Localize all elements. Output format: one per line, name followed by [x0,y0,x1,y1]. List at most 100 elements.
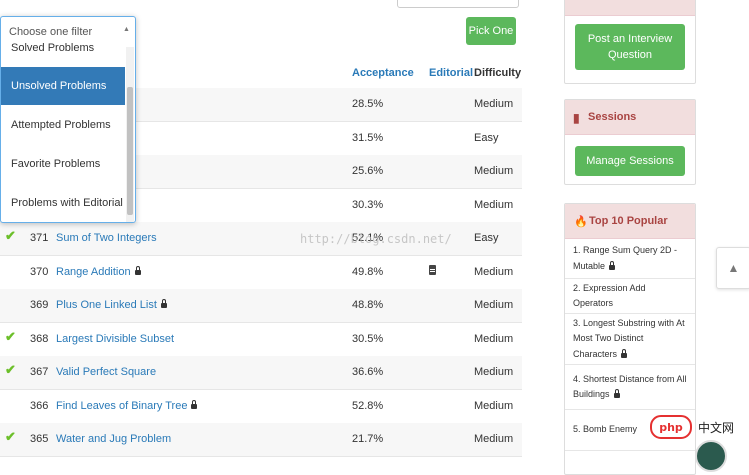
problem-title: Water and Jug Problem [56,433,172,445]
acceptance-value: 49.8% [352,265,384,278]
problem-title: Largest Divisible Subset [56,332,175,345]
check-icon: ✔ [5,228,16,243]
acceptance-value: 31.5% [352,131,384,144]
popular-title: Top 10 Popular [589,215,668,227]
sessions-panel: ▮ Sessions Manage Sessions [564,99,696,185]
problem-title-link[interactable]: Range Addition [56,265,141,278]
difficulty-header[interactable]: Difficulty [474,67,521,79]
acceptance-value: 52.8% [352,399,384,412]
table-row: ✔ 368 Largest Divisible Subset 30.5% Medium [0,323,522,357]
problem-number: 368 [30,332,49,345]
lock-icon [621,348,628,358]
problem-title-link[interactable]: Plus One Linked List [56,299,167,311]
top-search-input[interactable] [397,0,519,8]
popular-item-text: 3. Longest Substring with At Most Two Di… [573,318,685,359]
problem-title: Plus One Linked List [56,299,157,311]
sessions-title: Sessions [588,111,637,123]
panel-header [565,0,695,16]
chevron-up-icon: ▲ [727,261,740,275]
scrollbar-thumb[interactable] [127,87,133,215]
check-icon: ✔ [5,429,16,444]
popular-header: 🔥 Top 10 Popular [565,204,695,239]
lock-icon [160,299,167,308]
filter-option-unsolved[interactable]: Unsolved Problems [1,67,125,105]
php-badge[interactable]: php 中文网 [650,415,749,439]
scroll-top-button[interactable]: ▲ [716,247,749,289]
acceptance-value: 25.6% [352,165,384,177]
filter-option-label: Favorite Problems [11,158,101,170]
acceptance-value: 28.5% [352,98,384,110]
problem-number: 366 [30,399,49,412]
php-badge-text: 中文网 [698,420,735,435]
problem-title-link[interactable]: Water and Jug Problem [56,433,171,445]
difficulty-value: Medium [474,98,514,110]
filter-option-editorial[interactable]: Problems with Editorial [1,184,125,222]
problem-title-link[interactable]: Sum of Two Integers [56,232,157,244]
filter-option-label: Attempted Problems [11,119,111,131]
post-question-panel: Post an Interview Question [564,0,696,84]
dropdown-scrollbar[interactable] [126,47,134,222]
difficulty-value: Medium [474,332,514,345]
popular-item-text: 1. Range Sum Query 2D - Mutable [573,245,678,271]
difficulty-value: Medium [474,165,514,177]
problem-number: 369 [30,299,49,311]
pick-one-button[interactable]: Pick One [466,17,516,45]
lock-icon [613,389,620,398]
check-icon: ✔ [5,362,16,377]
problem-title: Sum of Two Integers [56,232,157,244]
acceptance-value: 36.6% [352,366,384,378]
difficulty-value: Medium [474,299,514,311]
caret-up-icon: ▲ [123,26,130,33]
filter-option-solved[interactable]: Solved Problems [1,37,125,55]
table-row: 366 Find Leaves of Binary Tree 52.8% Medium [0,390,522,424]
table-row: 369 Plus One Linked List 48.8% Medium [0,289,522,323]
acceptance-value: 30.5% [352,332,384,345]
sessions-header: ▮ Sessions [565,100,695,135]
problem-number: 367 [30,366,49,378]
problem-number: 365 [30,433,49,445]
briefcase-icon: ▮ [573,111,580,125]
problem-title-link[interactable]: Find Leaves of Binary Tree [56,399,198,412]
lock-icon [134,265,141,275]
acceptance-value: 48.8% [352,299,384,311]
avatar[interactable] [695,440,727,472]
problem-title: Find Leaves of Binary Tree [56,399,188,412]
popular-item-text: 4. Shortest Distance from All Buildings [573,373,687,399]
problem-title: Range Addition [56,265,131,278]
difficulty-value: Easy [474,131,499,144]
difficulty-value: Medium [474,366,514,378]
difficulty-value: Medium [474,433,514,445]
popular-item[interactable]: 3. Longest Substring with At Most Two Di… [565,314,695,365]
problem-title-link[interactable]: Largest Divisible Subset [56,333,174,345]
manage-sessions-button[interactable]: Manage Sessions [575,146,685,176]
php-logo: php [650,415,692,439]
acceptance-value: 21.7% [352,433,384,445]
filter-option-label: Solved Problems [11,42,95,54]
filter-dropdown[interactable]: Choose one filter ▲ Solved Problems Unso… [0,16,136,223]
table-row: ✔ 365 Water and Jug Problem 21.7% Medium [0,423,522,457]
popular-item[interactable]: 1. Range Sum Query 2D - Mutable [565,239,695,279]
editorial-doc-icon[interactable] [429,264,436,275]
acceptance-value: 30.3% [352,198,384,211]
difficulty-value: Medium [474,198,514,211]
problem-title-link[interactable]: Valid Perfect Square [56,366,156,378]
lock-icon [191,399,198,409]
fire-icon: 🔥 [574,216,588,228]
table-row: 370 Range Addition 49.8% Medium [0,256,522,290]
lock-icon [609,260,616,270]
popular-item[interactable]: 2. Expression Add Operators [565,279,695,314]
popular-item[interactable]: 4. Shortest Distance from All Buildings [565,365,695,410]
post-interview-question-button[interactable]: Post an Interview Question [575,24,685,70]
check-icon: ✔ [5,328,16,344]
filter-option-attempted[interactable]: Attempted Problems [1,106,125,144]
acceptance-header[interactable]: Acceptance [352,67,414,79]
problem-title: Valid Perfect Square [56,366,157,378]
difficulty-value: Medium [474,399,514,412]
popular-item-text: 2. Expression Add Operators [573,282,646,308]
editorial-header[interactable]: Editorial [429,67,473,79]
filter-option-label: Problems with Editorial [11,197,123,209]
difficulty-value: Medium [474,265,514,278]
difficulty-value: Easy [474,232,499,244]
filter-option-label: Unsolved Problems [11,80,107,92]
filter-option-favorite[interactable]: Favorite Problems [1,145,125,183]
